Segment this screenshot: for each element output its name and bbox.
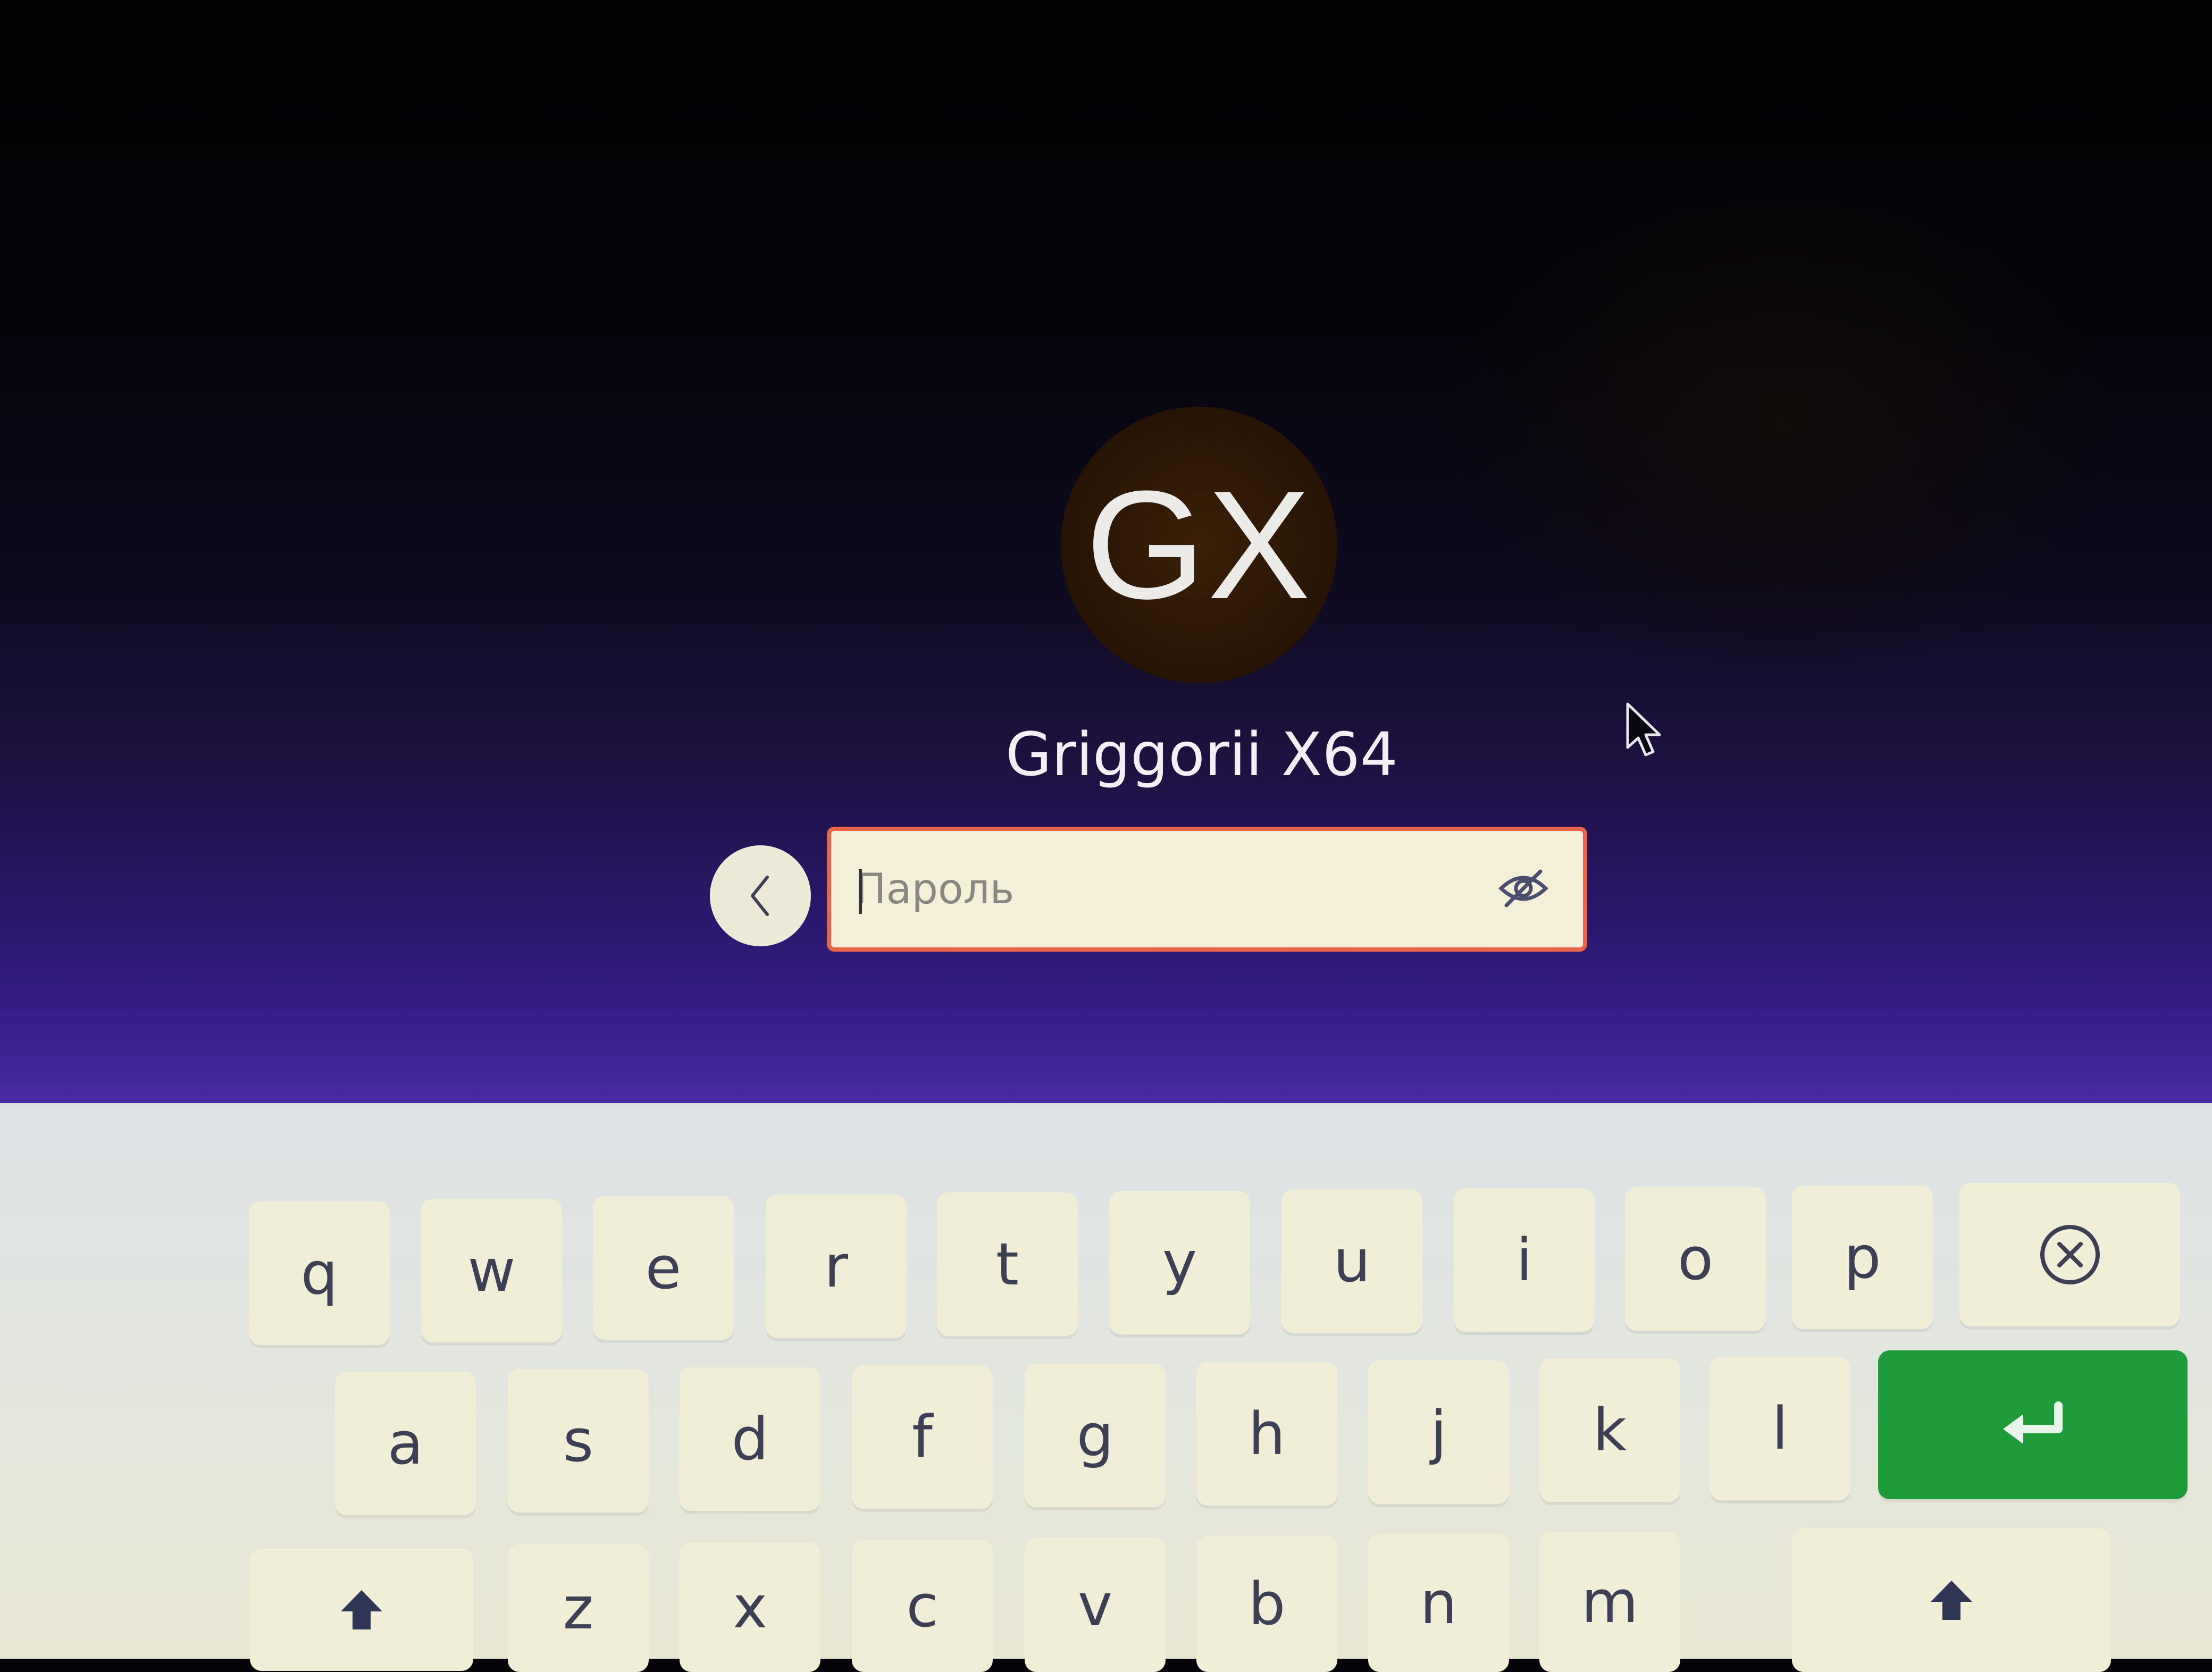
key-c[interactable]: c	[852, 1540, 993, 1672]
backspace-key[interactable]	[1959, 1183, 2180, 1326]
key-z[interactable]: z	[508, 1544, 649, 1672]
user-avatar: GX	[1061, 407, 1337, 683]
key-a[interactable]: a	[335, 1372, 476, 1515]
key-g[interactable]: g	[1025, 1364, 1166, 1507]
text-caret	[859, 869, 862, 914]
key-u[interactable]: u	[1281, 1189, 1422, 1333]
password-input[interactable]	[855, 831, 1451, 947]
key-x[interactable]: x	[680, 1542, 820, 1672]
back-button[interactable]	[710, 845, 811, 946]
shift-key-left[interactable]	[250, 1549, 473, 1671]
key-y[interactable]: y	[1109, 1191, 1250, 1334]
key-p[interactable]: p	[1792, 1186, 1933, 1329]
chevron-left-icon	[751, 876, 769, 916]
circle-x-icon	[2040, 1225, 2100, 1284]
key-q[interactable]: q	[249, 1202, 390, 1345]
shift-up-arrow-icon	[341, 1590, 382, 1629]
key-v[interactable]: v	[1025, 1538, 1166, 1672]
enter-key[interactable]	[1878, 1350, 2188, 1499]
avatar-initials: GX	[1085, 459, 1313, 631]
on-screen-keyboard: q w e r t y u i o p a s d f g h j k l z …	[0, 1103, 2212, 1672]
key-b[interactable]: b	[1196, 1536, 1337, 1672]
shift-key-right[interactable]	[1792, 1528, 2111, 1672]
username-label: Griggorii X64	[1006, 720, 1398, 789]
key-i[interactable]: i	[1454, 1188, 1595, 1332]
key-n[interactable]: n	[1368, 1534, 1509, 1672]
shift-up-arrow-icon	[1931, 1581, 1972, 1620]
key-w[interactable]: w	[421, 1199, 562, 1342]
key-d[interactable]: d	[680, 1367, 820, 1511]
key-s[interactable]: s	[508, 1369, 649, 1513]
key-e[interactable]: e	[593, 1196, 734, 1340]
key-h[interactable]: h	[1196, 1362, 1337, 1506]
key-m[interactable]: m	[1539, 1532, 1680, 1672]
password-field[interactable]	[827, 827, 1587, 952]
key-r[interactable]: r	[766, 1195, 907, 1338]
eye-slash-icon	[1498, 869, 1548, 907]
key-o[interactable]: o	[1625, 1187, 1766, 1331]
mouse-pointer-icon	[1626, 702, 1661, 757]
key-j[interactable]: j	[1368, 1360, 1509, 1504]
key-k[interactable]: k	[1539, 1358, 1680, 1502]
key-t[interactable]: t	[937, 1192, 1078, 1336]
key-f[interactable]: f	[852, 1365, 993, 1509]
enter-arrow-icon	[2003, 1401, 2063, 1444]
reveal-password-button[interactable]	[1493, 858, 1554, 919]
key-l[interactable]: l	[1710, 1357, 1850, 1500]
